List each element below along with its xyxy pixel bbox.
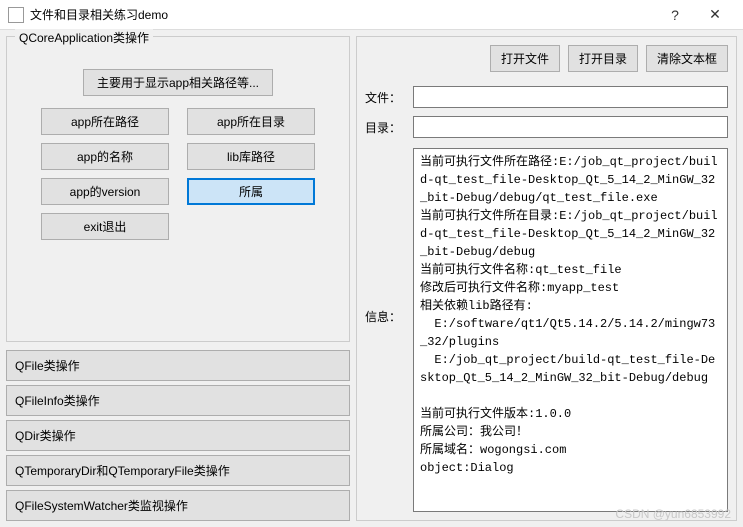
close-button[interactable]: ✕ — [695, 1, 735, 29]
open-dir-button[interactable]: 打开目录 — [568, 45, 638, 72]
section-qfilesystemwatcher[interactable]: QFileSystemWatcher类监视操作 — [6, 490, 350, 521]
dir-input[interactable] — [413, 116, 728, 138]
belong-button[interactable]: 所属 — [187, 178, 315, 205]
qcoreapplication-group: QCoreApplication类操作 主要用于显示app相关路径等... ap… — [6, 36, 350, 342]
open-file-button[interactable]: 打开文件 — [490, 45, 560, 72]
file-input[interactable] — [413, 86, 728, 108]
dir-label: 目录： — [365, 119, 405, 136]
info-textbox[interactable]: 当前可执行文件所在路径:E:/job_qt_project/build-qt_t… — [413, 148, 728, 512]
section-qdir[interactable]: QDir类操作 — [6, 420, 350, 451]
file-label: 文件： — [365, 89, 405, 106]
lib-path-button[interactable]: lib库路径 — [187, 143, 315, 170]
main-desc-button[interactable]: 主要用于显示app相关路径等... — [83, 69, 273, 96]
clear-text-button[interactable]: 清除文本框 — [646, 45, 728, 72]
app-path-button[interactable]: app所在路径 — [41, 108, 169, 135]
section-qfile[interactable]: QFile类操作 — [6, 350, 350, 381]
right-panel: 打开文件 打开目录 清除文本框 文件： 目录： 信息： 当前可执行文件所在路径:… — [356, 36, 737, 521]
section-qfileinfo[interactable]: QFileInfo类操作 — [6, 385, 350, 416]
section-qtemporary[interactable]: QTemporaryDir和QTemporaryFile类操作 — [6, 455, 350, 486]
app-version-button[interactable]: app的version — [41, 178, 169, 205]
exit-button[interactable]: exit退出 — [41, 213, 169, 240]
group-title: QCoreApplication类操作 — [15, 29, 153, 46]
app-icon — [8, 7, 24, 23]
title-bar: 文件和目录相关练习demo ? ✕ — [0, 0, 743, 30]
app-name-button[interactable]: app的名称 — [41, 143, 169, 170]
window-title: 文件和目录相关练习demo — [30, 6, 655, 23]
info-label: 信息： — [365, 148, 405, 325]
app-dir-button[interactable]: app所在目录 — [187, 108, 315, 135]
help-button[interactable]: ? — [655, 1, 695, 29]
